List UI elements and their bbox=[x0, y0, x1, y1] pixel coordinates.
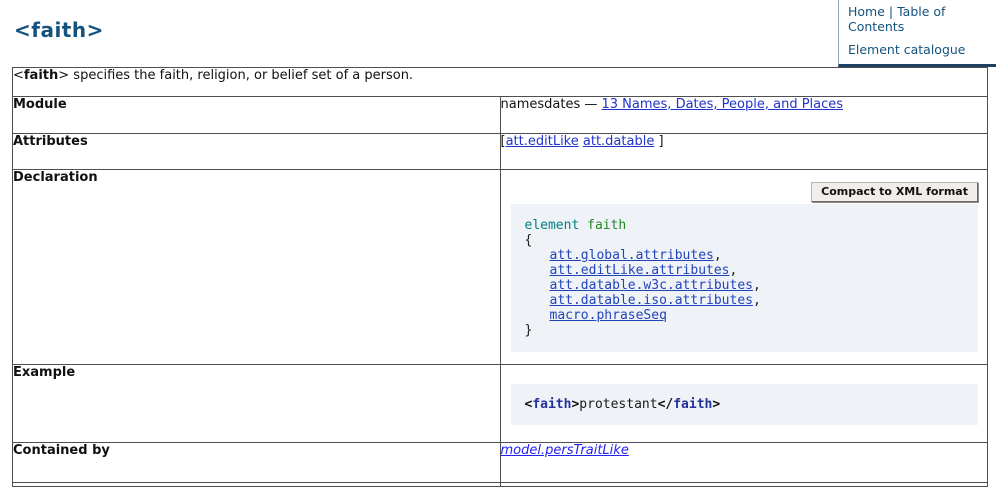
declaration-code-block: element faith { att.global.attributes, a… bbox=[511, 204, 979, 352]
example-close-gt: > bbox=[712, 397, 720, 412]
declaration-row: Declaration Compact to XML format elemen… bbox=[13, 170, 988, 365]
att-global-attributes-link[interactable]: att.global.attributes bbox=[550, 248, 714, 263]
att-editlike-link[interactable]: att.editLike bbox=[506, 134, 579, 149]
example-row: Example <faith>protestant</faith> bbox=[13, 365, 988, 443]
description-row: <faith> specifies the faith, religion, o… bbox=[13, 68, 988, 97]
page-title: <faith> bbox=[14, 18, 104, 42]
element-spec-table: <faith> specifies the faith, religion, o… bbox=[12, 67, 988, 487]
example-content-text: protestant bbox=[579, 397, 657, 412]
description-tag-name: faith bbox=[24, 68, 58, 83]
cutoff-row-cell bbox=[500, 483, 988, 487]
description-lt: < bbox=[13, 68, 24, 83]
rng-keyword: element bbox=[525, 218, 580, 233]
declaration-line-element: element faith bbox=[525, 218, 965, 233]
declaration-line: att.datable.w3c.attributes, bbox=[525, 278, 965, 293]
attributes-row-label: Attributes bbox=[13, 134, 501, 170]
comma: , bbox=[714, 248, 722, 263]
nav-separator: | bbox=[885, 4, 897, 19]
attributes-value-cell: [att.editLike att.datable ] bbox=[500, 134, 988, 170]
module-name: namesdates — bbox=[501, 97, 602, 112]
comma: , bbox=[753, 293, 761, 308]
comma: , bbox=[753, 278, 761, 293]
att-datable-iso-attributes-link[interactable]: att.datable.iso.attributes bbox=[550, 293, 754, 308]
attributes-close-bracket: ] bbox=[654, 134, 663, 149]
declaration-line: att.global.attributes, bbox=[525, 248, 965, 263]
nav-box: Home | Table of Contents Element catalog… bbox=[838, 0, 996, 67]
compact-to-xml-button[interactable]: Compact to XML format bbox=[811, 182, 978, 202]
declaration-line: att.datable.iso.attributes, bbox=[525, 293, 965, 308]
example-close-bracket: </ bbox=[658, 397, 674, 412]
description-gt: > bbox=[58, 68, 69, 83]
comma: , bbox=[730, 263, 738, 278]
declaration-open-brace: { bbox=[525, 233, 965, 248]
nav-row-2: Element catalogue bbox=[848, 43, 992, 58]
rng-element-name: faith bbox=[587, 218, 626, 233]
example-close-tag-name: faith bbox=[673, 397, 712, 412]
module-row-label: Module bbox=[13, 97, 501, 134]
declaration-value-cell: Compact to XML format element faith { at… bbox=[500, 170, 988, 365]
declaration-row-label: Declaration bbox=[13, 170, 501, 365]
declaration-line: macro.phraseSeq bbox=[525, 308, 965, 323]
declaration-line: att.editLike.attributes, bbox=[525, 263, 965, 278]
example-value-cell: <faith>protestant</faith> bbox=[500, 365, 988, 443]
contained-by-value-cell: model.persTraitLike bbox=[500, 443, 988, 483]
cutoff-row bbox=[13, 483, 988, 487]
att-editlike-attributes-link[interactable]: att.editLike.attributes bbox=[550, 263, 730, 278]
description-text: specifies the faith, religion, or belief… bbox=[69, 68, 413, 83]
attributes-row: Attributes [att.editLike att.datable ] bbox=[13, 134, 988, 170]
home-link[interactable]: Home bbox=[848, 4, 885, 19]
module-chapter-link[interactable]: 13 Names, Dates, People, and Places bbox=[602, 97, 844, 112]
macro-phraseseq-link[interactable]: macro.phraseSeq bbox=[550, 308, 667, 323]
example-row-label: Example bbox=[13, 365, 501, 443]
att-datable-link[interactable]: att.datable bbox=[583, 134, 654, 149]
example-open-tag-name: faith bbox=[532, 397, 571, 412]
element-catalogue-link[interactable]: Element catalogue bbox=[848, 42, 966, 57]
nav-row-1: Home | Table of Contents bbox=[848, 5, 992, 35]
model-perstraitlike-link[interactable]: model.persTraitLike bbox=[501, 443, 629, 458]
description-cell: <faith> specifies the faith, religion, o… bbox=[13, 68, 988, 97]
declaration-button-row: Compact to XML format bbox=[501, 182, 979, 202]
declaration-close-brace: } bbox=[525, 323, 965, 338]
module-row: Module namesdates — 13 Names, Dates, Peo… bbox=[13, 97, 988, 134]
contained-by-row-label: Contained by bbox=[13, 443, 501, 483]
cutoff-row-label bbox=[13, 483, 501, 487]
module-value-cell: namesdates — 13 Names, Dates, People, an… bbox=[500, 97, 988, 134]
att-datable-w3c-attributes-link[interactable]: att.datable.w3c.attributes bbox=[550, 278, 754, 293]
contained-by-row: Contained by model.persTraitLike bbox=[13, 443, 988, 483]
example-code-block: <faith>protestant</faith> bbox=[511, 384, 979, 425]
